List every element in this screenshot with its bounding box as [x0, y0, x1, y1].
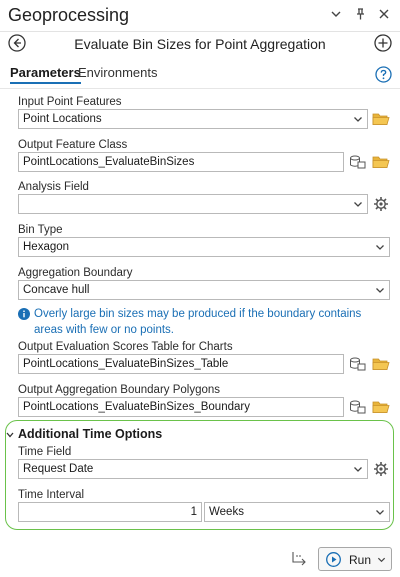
database-link-icon[interactable]: [349, 154, 367, 170]
output-feature-class-label: Output Feature Class: [18, 139, 128, 151]
gear-icon[interactable]: [372, 196, 390, 212]
gear-icon[interactable]: [372, 461, 390, 477]
tab-environments[interactable]: Environments: [78, 65, 157, 80]
database-link-icon[interactable]: [349, 399, 367, 415]
help-icon[interactable]: [375, 66, 392, 83]
chevron-down-icon: [376, 510, 384, 515]
output-boundary-polygons-label: Output Aggregation Boundary Polygons: [18, 384, 221, 396]
swap-arrows-icon[interactable]: [290, 551, 310, 567]
aggregation-boundary-label: Aggregation Boundary: [18, 267, 133, 279]
play-icon: [326, 552, 341, 567]
output-feature-class-input[interactable]: PointLocations_EvaluateBinSizes: [18, 152, 344, 172]
pane-controls: [330, 8, 390, 23]
chevron-down-icon: [354, 467, 362, 472]
boundary-info-message: Overly large bin sizes may be produced i…: [18, 306, 388, 338]
bin-type-dropdown[interactable]: Hexagon: [18, 237, 390, 257]
time-field-dropdown[interactable]: Request Date: [18, 459, 368, 479]
input-point-features-label: Input Point Features: [18, 96, 122, 108]
pin-icon[interactable]: [354, 8, 366, 23]
info-icon: [18, 308, 30, 320]
aggregation-boundary-value: Concave hull: [23, 284, 90, 296]
folder-icon[interactable]: [372, 356, 390, 372]
folder-icon[interactable]: [372, 399, 390, 415]
aggregation-boundary-dropdown[interactable]: Concave hull: [18, 280, 390, 300]
chevron-down-icon: [354, 117, 362, 122]
output-boundary-polygons-input[interactable]: PointLocations_EvaluateBinSizes_Boundary: [18, 397, 344, 417]
output-scores-table-value: PointLocations_EvaluateBinSizes_Table: [23, 358, 229, 370]
chevron-down-icon: [354, 202, 362, 207]
folder-icon[interactable]: [372, 111, 390, 127]
tab-divider: [0, 88, 400, 89]
close-icon[interactable]: [378, 8, 390, 23]
time-options-header[interactable]: Additional Time Options: [18, 427, 162, 441]
analysis-field-dropdown[interactable]: [18, 194, 368, 214]
chevron-down-icon[interactable]: [377, 555, 386, 564]
info-text: Overly large bin sizes may be produced i…: [34, 308, 362, 336]
pane-title: Geoprocessing: [8, 5, 130, 25]
output-scores-table-input[interactable]: PointLocations_EvaluateBinSizes_Table: [18, 354, 344, 374]
bin-type-value: Hexagon: [23, 241, 70, 253]
time-interval-label: Time Interval: [18, 489, 85, 501]
time-interval-number-input[interactable]: 1: [18, 502, 202, 522]
chevron-down-icon: [376, 245, 384, 250]
time-interval-unit-dropdown[interactable]: Weeks: [204, 502, 390, 522]
input-point-features-value: Point Locations: [23, 113, 102, 125]
options-chevron-icon[interactable]: [330, 8, 342, 23]
time-interval-value: 1: [190, 506, 197, 518]
tab-parameters[interactable]: Parameters: [10, 65, 81, 84]
run-label: Run: [349, 553, 372, 567]
tool-title: Evaluate Bin Sizes for Point Aggregation: [74, 36, 326, 52]
bin-type-label: Bin Type: [18, 224, 63, 236]
output-scores-table-label: Output Evaluation Scores Table for Chart…: [18, 341, 233, 353]
output-feature-class-value: PointLocations_EvaluateBinSizes: [23, 156, 195, 168]
run-button[interactable]: Run: [318, 547, 392, 571]
back-arrow-icon[interactable]: [8, 34, 26, 52]
analysis-field-label: Analysis Field: [18, 181, 89, 193]
chevron-down-icon: [376, 288, 384, 293]
database-link-icon[interactable]: [349, 356, 367, 372]
time-interval-unit-value: Weeks: [209, 506, 244, 518]
pane-titlebar: Geoprocessing: [0, 0, 400, 32]
time-field-label: Time Field: [18, 446, 72, 458]
time-field-value: Request Date: [23, 463, 94, 475]
output-boundary-polygons-value: PointLocations_EvaluateBinSizes_Boundary: [23, 401, 250, 413]
input-point-features-dropdown[interactable]: Point Locations: [18, 109, 368, 129]
folder-icon[interactable]: [372, 154, 390, 170]
tool-header: Evaluate Bin Sizes for Point Aggregation: [0, 32, 400, 58]
chevron-down-icon[interactable]: [6, 431, 14, 439]
add-icon[interactable]: [374, 34, 392, 52]
tab-strip: Parameters Environments: [0, 62, 400, 86]
